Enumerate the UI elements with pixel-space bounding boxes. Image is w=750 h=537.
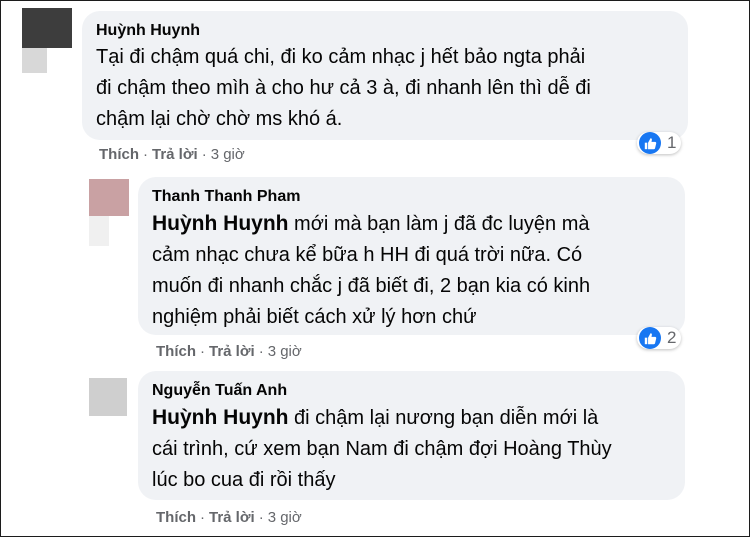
comment-text: Huỳnh Huynh mới mà bạn làm j đã đc luyện…	[152, 208, 671, 333]
reaction-summary[interactable]: 1	[637, 132, 682, 154]
comment-text: Huỳnh Huynh đi chậm lại nương bạn diễn m…	[152, 402, 671, 496]
comment-author[interactable]: Nguyễn Tuấn Anh	[152, 380, 671, 402]
comment-bubble: Thanh Thanh Pham Huỳnh Huynh mới mà bạn …	[138, 177, 685, 335]
comment-actions: Thích · Trả lời · 3 giờ	[99, 146, 245, 163]
like-button[interactable]: Thích	[156, 343, 196, 360]
reaction-summary[interactable]: 2	[637, 327, 682, 349]
separator: ·	[200, 509, 205, 526]
comment-timestamp[interactable]: 3 giờ	[211, 146, 245, 163]
like-button[interactable]: Thích	[156, 509, 196, 526]
reaction-count: 1	[667, 133, 677, 152]
reply-button[interactable]: Trả lời	[152, 146, 198, 163]
reply-button[interactable]: Trả lời	[209, 343, 255, 360]
separator: ·	[201, 146, 207, 163]
comment-bubble: Huỳnh Huynh Tại đi chậm quá chi, đi ko c…	[82, 11, 688, 140]
commenter-avatar[interactable]	[22, 8, 72, 73]
comment-timestamp[interactable]: 3 giờ	[268, 509, 302, 526]
commenter-avatar[interactable]	[89, 378, 127, 416]
comment-actions: Thích · Trả lời · 3 giờ	[156, 509, 302, 526]
reply-button[interactable]: Trả lời	[209, 509, 255, 526]
comment-timestamp[interactable]: 3 giờ	[268, 343, 302, 360]
comment-author[interactable]: Thanh Thanh Pham	[152, 186, 671, 208]
comment-actions: Thích · Trả lời · 3 giờ	[156, 343, 302, 360]
commenter-avatar[interactable]	[89, 179, 129, 249]
like-thumb-icon	[639, 327, 661, 349]
like-button[interactable]: Thích	[99, 146, 139, 163]
comment-bubble: Nguyễn Tuấn Anh Huỳnh Huynh đi chậm lại …	[138, 371, 685, 500]
separator: ·	[200, 343, 205, 360]
mention-link[interactable]: Huỳnh Huynh	[152, 212, 289, 235]
reaction-count: 2	[667, 328, 677, 347]
comment-text: Tại đi chậm quá chi, đi ko cảm nhạc j hế…	[96, 46, 591, 130]
separator: ·	[258, 343, 264, 360]
separator: ·	[143, 146, 148, 163]
like-thumb-icon	[639, 132, 661, 154]
comment-author[interactable]: Huỳnh Huynh	[96, 20, 674, 42]
separator: ·	[258, 509, 264, 526]
mention-link[interactable]: Huỳnh Huynh	[152, 406, 289, 429]
